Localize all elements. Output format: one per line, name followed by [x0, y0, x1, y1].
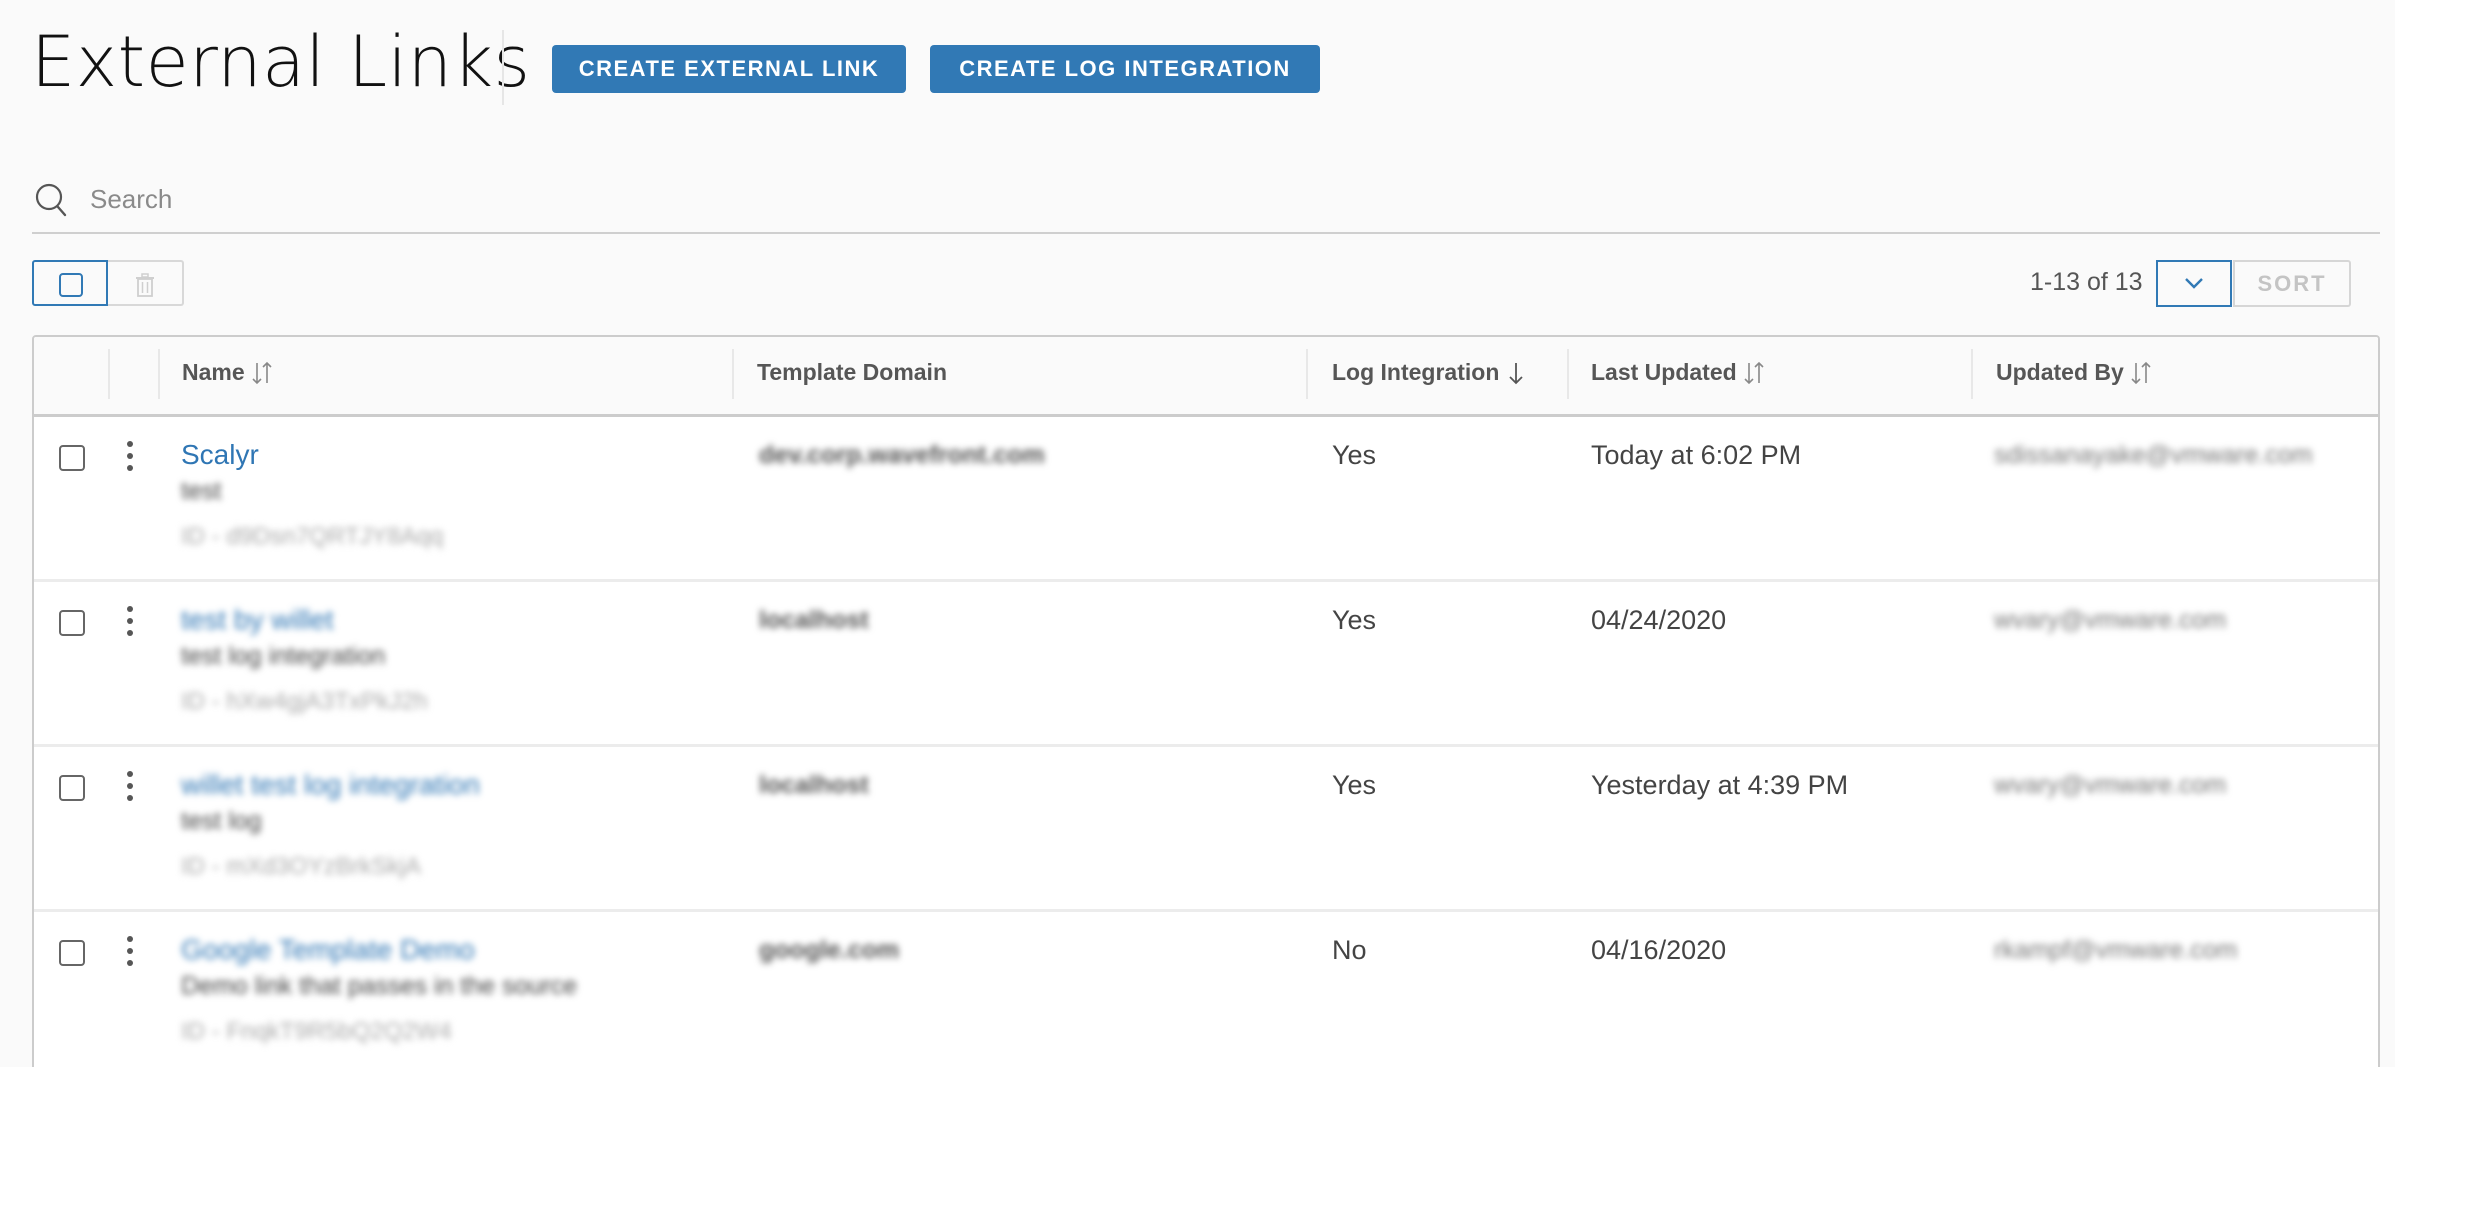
sort-dropdown[interactable]: [2156, 260, 2232, 307]
row-log-integration: No: [1332, 935, 1367, 965]
column-separator: [1306, 349, 1308, 399]
row-updated-by: wvary@vmware.com: [1994, 771, 2227, 799]
sort-unsorted-icon: [2131, 361, 2151, 384]
column-separator: [732, 349, 734, 399]
row-last-updated: 04/24/2020: [1591, 605, 1727, 635]
search-input[interactable]: [88, 178, 2292, 220]
row-checkbox[interactable]: [59, 445, 85, 471]
row-last-updated: 04/16/2020: [1591, 935, 1727, 965]
sort-button[interactable]: SORT: [2233, 260, 2351, 307]
sort-unsorted-icon: [252, 361, 272, 384]
sort-unsorted-icon: [1744, 361, 1764, 384]
row-description: test: [181, 477, 222, 505]
row-id: ID - mXd3OYzBrkSkjA: [181, 853, 422, 880]
row-updated-by: sdissanayake@vmware.com: [1994, 441, 2313, 469]
page-viewport: External Links CREATE EXTERNAL LINK CREA…: [0, 0, 2395, 1067]
table-row: Scalyr test ID - d9Dsn7QRTJY8Aqq dev.cor…: [34, 417, 2378, 582]
row-name-link[interactable]: test by willet: [181, 602, 428, 638]
search-bar: [32, 170, 2380, 234]
row-log-integration: Yes: [1332, 770, 1377, 800]
column-header-name[interactable]: Name: [182, 359, 273, 386]
row-id: ID - hXw4gjA3TxPkJ2h: [181, 688, 428, 715]
row-template-domain: localhost: [759, 771, 869, 799]
column-header-log-integration[interactable]: Log Integration: [1332, 359, 1527, 386]
row-description: test log: [181, 807, 262, 835]
row-template-domain: localhost: [759, 606, 869, 634]
table-row: willet test log integration test log ID …: [34, 747, 2378, 912]
pagination-count: 1-13 of 13: [2030, 268, 2143, 296]
select-all-button[interactable]: [32, 260, 108, 306]
row-name-link[interactable]: willet test log integration: [181, 767, 480, 803]
row-last-updated: Today at 6:02 PM: [1591, 440, 1802, 470]
column-separator: [158, 349, 160, 399]
checkbox-icon: [59, 273, 83, 297]
column-separator: [1971, 349, 1973, 399]
row-updated-by: rkampf@vmware.com: [1994, 936, 2238, 964]
row-id: ID - d9Dsn7QRTJY8Aqq: [181, 523, 444, 550]
table-row: test by willet test log integration ID -…: [34, 582, 2378, 747]
row-checkbox[interactable]: [59, 940, 85, 966]
row-description: Demo link that passes in the source: [181, 972, 578, 1000]
create-external-link-button[interactable]: CREATE EXTERNAL LINK: [552, 45, 906, 93]
column-header-updated-by[interactable]: Updated By: [1996, 359, 2152, 386]
row-name-link[interactable]: Google Template Demo: [181, 932, 577, 968]
page-title: External Links: [31, 21, 531, 103]
row-description: test log integration: [181, 642, 386, 670]
row-name-link[interactable]: Scalyr: [181, 437, 443, 473]
column-separator: [1567, 349, 1569, 399]
row-log-integration: Yes: [1332, 440, 1377, 470]
table-header: Name Template Domain Log Integration Las…: [34, 337, 2378, 417]
row-template-domain: dev.corp.wavefront.com: [759, 441, 1045, 469]
row-actions-menu-icon[interactable]: [124, 936, 136, 970]
column-header-template-domain: Template Domain: [757, 359, 947, 385]
title-divider: [502, 30, 504, 105]
row-actions-menu-icon[interactable]: [124, 441, 136, 475]
row-log-integration: Yes: [1332, 605, 1377, 635]
table-row: Google Template Demo Demo link that pass…: [34, 912, 2378, 1067]
column-separator: [108, 349, 110, 399]
row-id: ID - FnqkT9R5bQ2Q2W4: [181, 1018, 452, 1045]
external-links-table: Name Template Domain Log Integration Las…: [32, 335, 2380, 1067]
row-template-domain: google.com: [759, 936, 900, 964]
row-checkbox[interactable]: [59, 775, 85, 801]
row-actions-menu-icon[interactable]: [124, 771, 136, 805]
search-icon: [34, 182, 68, 220]
delete-button[interactable]: [108, 260, 184, 306]
create-log-integration-button[interactable]: CREATE LOG INTEGRATION: [930, 45, 1320, 93]
sort-descending-icon: [1509, 362, 1524, 384]
row-actions-menu-icon[interactable]: [124, 606, 136, 640]
column-header-last-updated[interactable]: Last Updated: [1591, 359, 1765, 386]
row-last-updated: Yesterday at 4:39 PM: [1591, 770, 1849, 800]
row-checkbox[interactable]: [59, 610, 85, 636]
row-updated-by: wvary@vmware.com: [1994, 606, 2227, 634]
